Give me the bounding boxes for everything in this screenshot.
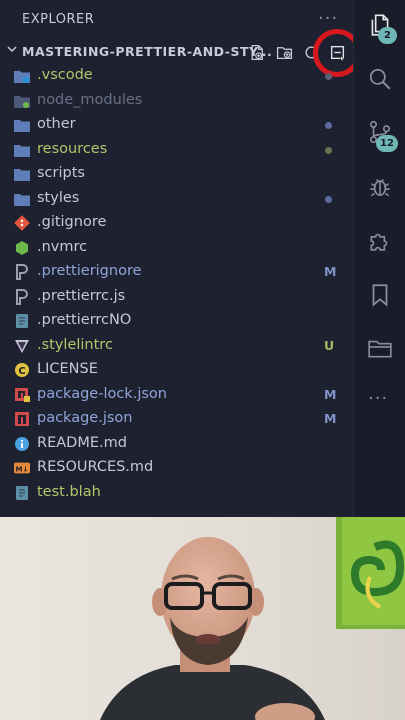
- explorer-panel: EXPLORER ··· MASTERING-PRETTIER-AND-STY.…: [0, 0, 361, 517]
- info-icon: [14, 436, 30, 452]
- git-status-letter: U: [324, 337, 335, 353]
- file-tree-item[interactable]: .prettierignore M: [0, 260, 353, 285]
- file-tree-item[interactable]: .prettierrcNO: [0, 309, 353, 334]
- file-tree-item-label: .prettierrcNO: [37, 312, 132, 328]
- file-tree-item[interactable]: .vscode: [0, 64, 353, 89]
- file-tree-item-label: styles: [37, 189, 80, 206]
- chevron-down-icon[interactable]: [6, 43, 18, 58]
- folder-vscode-icon: [14, 68, 30, 84]
- file-tree-item-label: .prettierignore: [37, 263, 142, 279]
- prettier-icon: [14, 264, 30, 280]
- webcam-video: [0, 517, 405, 720]
- explorer-more-actions[interactable]: ···: [318, 8, 338, 29]
- file-tree-item[interactable]: package.json M: [0, 407, 353, 432]
- source-control-badge: 12: [376, 135, 398, 152]
- file-tree-item[interactable]: .prettierrc.js: [0, 285, 353, 310]
- git-status-dot: [325, 146, 332, 154]
- git-status-letter: M: [324, 264, 337, 279]
- git-status-dot: [325, 73, 332, 80]
- git-status-dot: [325, 195, 332, 203]
- file-tree: .vscode node_modulesother resources scripts…: [0, 64, 353, 505]
- file-tree-item[interactable]: package-lock.json M: [0, 383, 353, 408]
- file-tree-item[interactable]: styles: [0, 187, 353, 212]
- file-generic-icon: [14, 313, 30, 329]
- file-tree-item-label: .gitignore: [37, 214, 107, 230]
- file-tree-item[interactable]: resources: [0, 138, 353, 163]
- svg-text:M↓: M↓: [15, 465, 28, 474]
- file-tree-item-label: .prettierrc.js: [37, 287, 126, 304]
- file-tree-item-label: LICENSE: [37, 361, 98, 377]
- bookmark-icon[interactable]: [365, 280, 395, 310]
- file-tree-item-label: .nvmrc: [37, 238, 88, 255]
- file-tree-item[interactable]: README.md: [0, 432, 353, 457]
- file-tree-item[interactable]: .gitignore: [0, 211, 353, 236]
- npm-icon: [14, 411, 30, 427]
- folder-icon: [14, 166, 30, 182]
- file-tree-item-label: .stylelintrc: [37, 336, 113, 353]
- folder-node-icon: [14, 93, 30, 109]
- folder-icon: [14, 191, 30, 207]
- git-status-letter: M: [324, 386, 337, 402]
- new-folder-icon[interactable]: [274, 42, 294, 62]
- file-tree-item-label: RESOURCES.md: [37, 459, 154, 475]
- file-tree-item-label: node_modules: [37, 91, 143, 108]
- file-tree-item-label: package.json: [37, 410, 133, 426]
- file-tree-item-label: scripts: [37, 165, 85, 181]
- file-tree-item[interactable]: scripts: [0, 162, 353, 187]
- stylelint-icon: [14, 338, 30, 354]
- extensions-icon[interactable]: [365, 225, 395, 255]
- git-status-letter: M: [324, 411, 337, 426]
- file-tree-item-label: resources: [37, 140, 108, 157]
- file-generic-icon: [14, 485, 30, 501]
- activity-more-icon[interactable]: ···: [368, 388, 388, 409]
- new-file-icon[interactable]: [247, 42, 267, 62]
- svg-text:C: C: [18, 366, 25, 377]
- folder-icon[interactable]: [365, 333, 395, 363]
- search-icon[interactable]: [365, 64, 395, 94]
- explorer-title: EXPLORER: [22, 12, 95, 27]
- file-tree-item[interactable]: .nvmrc: [0, 236, 353, 261]
- file-tree-item-label: package-lock.json: [37, 385, 167, 402]
- git-icon: [14, 215, 30, 231]
- file-tree-item[interactable]: M↓ RESOURCES.md: [0, 456, 353, 481]
- explorer-badge: 2: [378, 27, 397, 44]
- license-icon: C: [14, 362, 30, 378]
- file-tree-item[interactable]: test.blah: [0, 481, 353, 506]
- node-icon: [14, 240, 30, 256]
- npm-lock-icon: [14, 387, 30, 403]
- presenter-photo: [0, 517, 405, 720]
- prettier-icon: [14, 288, 30, 305]
- file-tree-item[interactable]: C LICENSE: [0, 358, 353, 383]
- file-tree-item-label: other: [37, 116, 76, 132]
- workspace-folder-header[interactable]: MASTERING-PRETTIER-AND-STY...: [0, 40, 353, 64]
- file-tree-item[interactable]: other: [0, 113, 353, 138]
- file-tree-item-label: test.blah: [37, 483, 101, 500]
- debug-icon[interactable]: [365, 172, 395, 202]
- folder-icon: [14, 142, 30, 158]
- folder-icon: [14, 117, 30, 133]
- file-tree-item-label: README.md: [37, 434, 127, 451]
- file-tree-item[interactable]: .stylelintrc U: [0, 334, 353, 359]
- vscode-window: EXPLORER ··· MASTERING-PRETTIER-AND-STY.…: [0, 0, 405, 517]
- file-tree-item-label: .vscode: [37, 67, 93, 83]
- workspace-folder-name[interactable]: MASTERING-PRETTIER-AND-STY...: [22, 44, 272, 59]
- file-tree-item[interactable]: node_modules: [0, 89, 353, 114]
- git-status-dot: [325, 122, 332, 129]
- markdown-icon: M↓: [14, 460, 30, 476]
